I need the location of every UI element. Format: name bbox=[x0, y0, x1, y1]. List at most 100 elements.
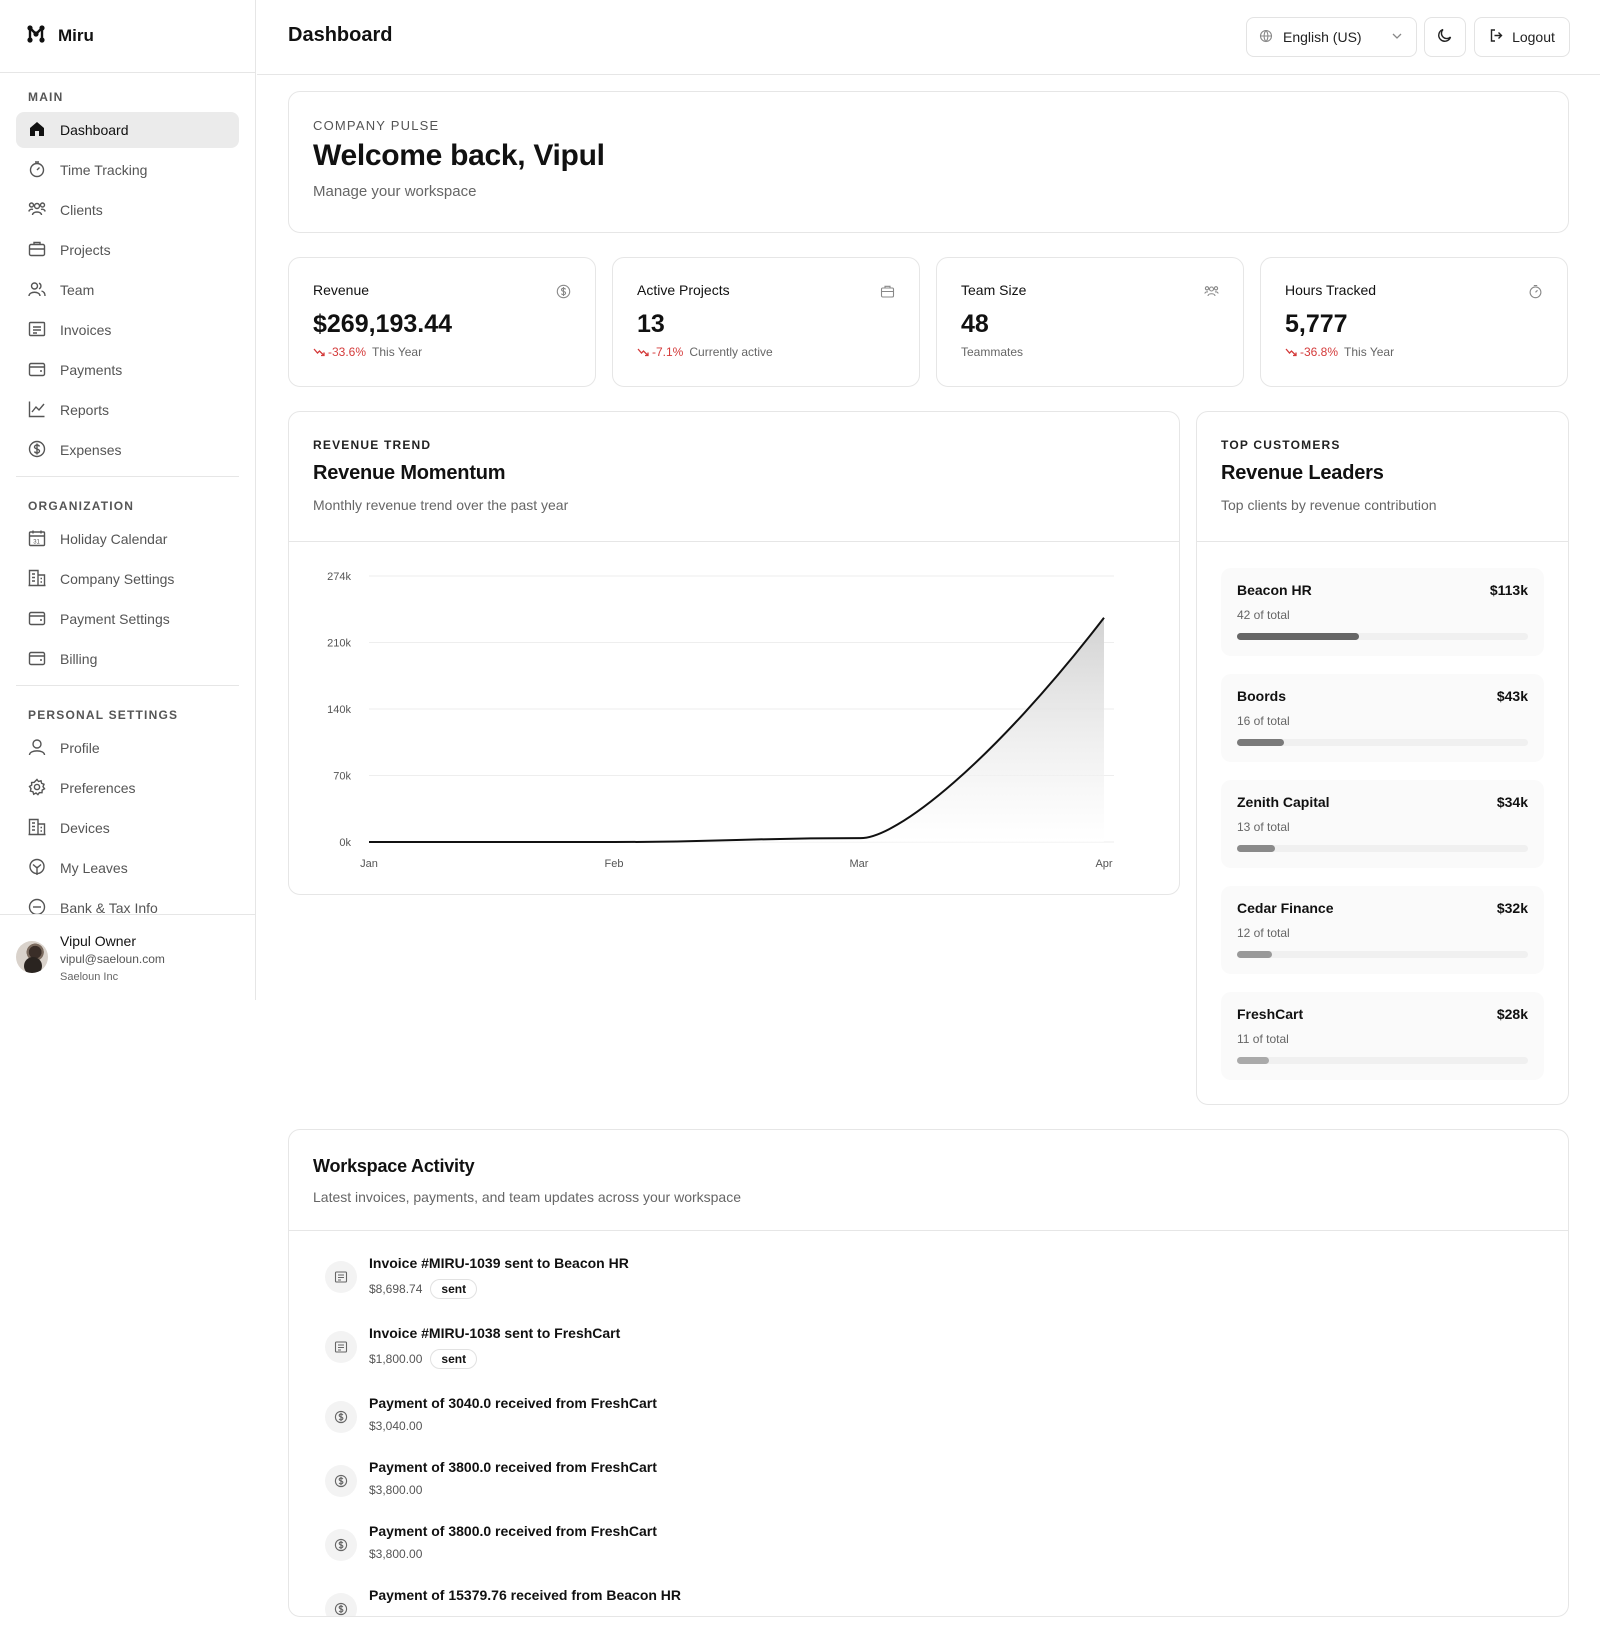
theme-toggle-button[interactable] bbox=[1424, 17, 1466, 57]
dollar-icon bbox=[325, 1465, 357, 1497]
sidebar-item-dashboard[interactable]: Dashboard bbox=[16, 112, 239, 148]
nav-section-label: PERSONAL SETTINGS bbox=[28, 708, 179, 722]
stat-change: -36.8% bbox=[1285, 345, 1338, 359]
sidebar-item-company-settings[interactable]: Company Settings bbox=[16, 561, 239, 597]
avatar bbox=[16, 941, 48, 973]
leader-bar-fill bbox=[1237, 739, 1284, 746]
user-name: Vipul Owner bbox=[60, 933, 137, 949]
sidebar-item-team[interactable]: Team bbox=[16, 272, 239, 308]
activity-meta: $3,800.00 bbox=[369, 1483, 657, 1497]
dollar-icon bbox=[325, 1593, 357, 1616]
brand[interactable]: Miru bbox=[0, 0, 255, 73]
activity-title-text: Invoice #MIRU-1038 sent to FreshCart bbox=[369, 1325, 621, 1341]
activity-content: Invoice #MIRU-1038 sent to FreshCart $1,… bbox=[369, 1325, 620, 1389]
sidebar-item-my-leaves[interactable]: My Leaves bbox=[16, 850, 239, 886]
sidebar-item-bank-tax-info[interactable]: Bank & Tax Info bbox=[16, 890, 239, 914]
leader-item[interactable]: Boords $43k 16 of total bbox=[1221, 674, 1544, 762]
status-badge: sent bbox=[430, 1279, 478, 1299]
page-title: Dashboard bbox=[288, 24, 393, 46]
logout-icon bbox=[1489, 28, 1504, 46]
leaders-subtitle: Top clients by revenue contribution bbox=[1221, 497, 1437, 513]
leader-item[interactable]: FreshCart $28k 11 of total bbox=[1221, 992, 1544, 1080]
user-info: Vipul Owner vipul@saeloun.com Saeloun In… bbox=[60, 933, 165, 983]
sidebar-item-label: Team bbox=[60, 282, 95, 298]
stat-value: 48 bbox=[961, 310, 989, 338]
language-select[interactable]: English (US) bbox=[1246, 17, 1417, 57]
sidebar-item-holiday-calendar[interactable]: 31 Holiday Calendar bbox=[16, 521, 239, 557]
leaf-icon bbox=[28, 858, 46, 879]
revenue-leaders-header: TOP CUSTOMERS Revenue Leaders Top client… bbox=[1197, 412, 1568, 542]
app-name: Miru bbox=[58, 26, 94, 45]
leader-name: FreshCart bbox=[1237, 1006, 1304, 1022]
user-org: Saeloun Inc bbox=[60, 971, 119, 983]
nav-divider bbox=[16, 476, 239, 477]
chart-y-axis: 274k 210k 140k 70k 0k bbox=[327, 571, 351, 849]
sidebar-item-preferences[interactable]: Preferences bbox=[16, 770, 239, 806]
y-tick-label: 0k bbox=[339, 837, 351, 849]
building-icon bbox=[28, 818, 46, 839]
leader-name: Boords bbox=[1237, 688, 1286, 704]
stopwatch-icon bbox=[28, 160, 46, 181]
sidebar-item-payments[interactable]: Payments bbox=[16, 352, 239, 388]
leader-item[interactable]: Zenith Capital $34k 13 of total bbox=[1221, 780, 1544, 868]
activity-title: Workspace Activity bbox=[313, 1156, 475, 1176]
activity-item[interactable]: Payment of 3040.0 received from FreshCar… bbox=[325, 1395, 1532, 1453]
stat-period: Currently active bbox=[689, 345, 773, 359]
activity-item[interactable]: Invoice #MIRU-1039 sent to Beacon HR $8,… bbox=[325, 1255, 1532, 1319]
sidebar-item-reports[interactable]: Reports bbox=[16, 392, 239, 428]
sidebar-item-label: Projects bbox=[60, 242, 111, 258]
y-tick-label: 140k bbox=[327, 704, 351, 716]
stat-change-value: -33.6% bbox=[328, 345, 367, 359]
revenue-chart[interactable]: 274k 210k 140k 70k 0k Jan Feb Mar Apr bbox=[289, 543, 1181, 895]
leader-item[interactable]: Cedar Finance $32k 12 of total bbox=[1221, 886, 1544, 974]
activity-title-text: Payment of 15379.76 received from Beacon… bbox=[369, 1587, 682, 1603]
chart-x-axis: Jan Feb Mar Apr bbox=[360, 858, 1113, 870]
leader-item[interactable]: Beacon HR $113k 42 of total bbox=[1221, 568, 1544, 656]
activity-item[interactable]: Payment of 3800.0 received from FreshCar… bbox=[325, 1459, 1532, 1517]
invoice-icon bbox=[325, 1331, 357, 1363]
sidebar-item-projects[interactable]: Projects bbox=[16, 232, 239, 268]
chart-line-icon bbox=[28, 400, 46, 421]
activity-amount: $3,800.00 bbox=[369, 1547, 423, 1561]
activity-title-text: Payment of 3040.0 received from FreshCar… bbox=[369, 1395, 657, 1411]
y-tick-label: 70k bbox=[333, 771, 351, 783]
language-value: English (US) bbox=[1283, 29, 1362, 45]
sidebar-item-invoices[interactable]: Invoices bbox=[16, 312, 239, 348]
revenue-area bbox=[369, 617, 1104, 842]
sidebar-nav[interactable]: MAIN Dashboard Time Tracking Clients Pro… bbox=[0, 74, 255, 914]
activity-meta: $3,040.00 bbox=[369, 1419, 657, 1433]
activity-title-text: Invoice #MIRU-1039 sent to Beacon HR bbox=[369, 1255, 629, 1271]
team-icon bbox=[28, 280, 46, 301]
gear-icon bbox=[28, 777, 46, 799]
sidebar-item-time-tracking[interactable]: Time Tracking bbox=[16, 152, 239, 188]
wallet-icon bbox=[28, 649, 46, 670]
user-profile-card[interactable]: Vipul Owner vipul@saeloun.com Saeloun In… bbox=[0, 914, 255, 1000]
activity-item[interactable]: Payment of 3800.0 received from FreshCar… bbox=[325, 1523, 1532, 1581]
activity-item[interactable]: Payment of 15379.76 received from Beacon… bbox=[325, 1587, 1532, 1616]
dollar-icon bbox=[325, 1529, 357, 1561]
home-icon bbox=[28, 120, 46, 141]
svg-text:31: 31 bbox=[33, 539, 40, 545]
leader-bar-track bbox=[1237, 739, 1528, 746]
leader-share: 11 of total bbox=[1237, 1032, 1289, 1046]
activity-amount: $8,698.74 bbox=[369, 1282, 423, 1296]
sidebar-item-billing[interactable]: Billing bbox=[16, 641, 239, 677]
sidebar-item-payment-settings[interactable]: Payment Settings bbox=[16, 601, 239, 637]
sidebar-item-profile[interactable]: Profile bbox=[16, 730, 239, 766]
stat-change-value: -36.8% bbox=[1300, 345, 1339, 359]
sidebar-item-expenses[interactable]: Expenses bbox=[16, 432, 239, 468]
leader-bar-track bbox=[1237, 1057, 1528, 1064]
sidebar-item-devices[interactable]: Devices bbox=[16, 810, 239, 846]
trend-eyebrow: REVENUE TREND bbox=[313, 438, 432, 452]
logout-button[interactable]: Logout bbox=[1474, 17, 1570, 57]
activity-list[interactable]: Invoice #MIRU-1039 sent to Beacon HR $8,… bbox=[289, 1231, 1568, 1616]
stat-period: This Year bbox=[1344, 345, 1395, 359]
invoice-icon bbox=[28, 320, 46, 341]
activity-item[interactable]: Invoice #MIRU-1038 sent to FreshCart $1,… bbox=[325, 1325, 1532, 1389]
sidebar-item-label: My Leaves bbox=[60, 860, 128, 876]
sidebar-item-clients[interactable]: Clients bbox=[16, 192, 239, 228]
sidebar: Miru MAIN Dashboard Time Tracking Client… bbox=[0, 0, 256, 1000]
sidebar-item-label: Payment Settings bbox=[60, 611, 170, 627]
activity-meta: $8,698.74 sent bbox=[369, 1279, 629, 1299]
leaders-eyebrow: TOP CUSTOMERS bbox=[1221, 438, 1341, 452]
